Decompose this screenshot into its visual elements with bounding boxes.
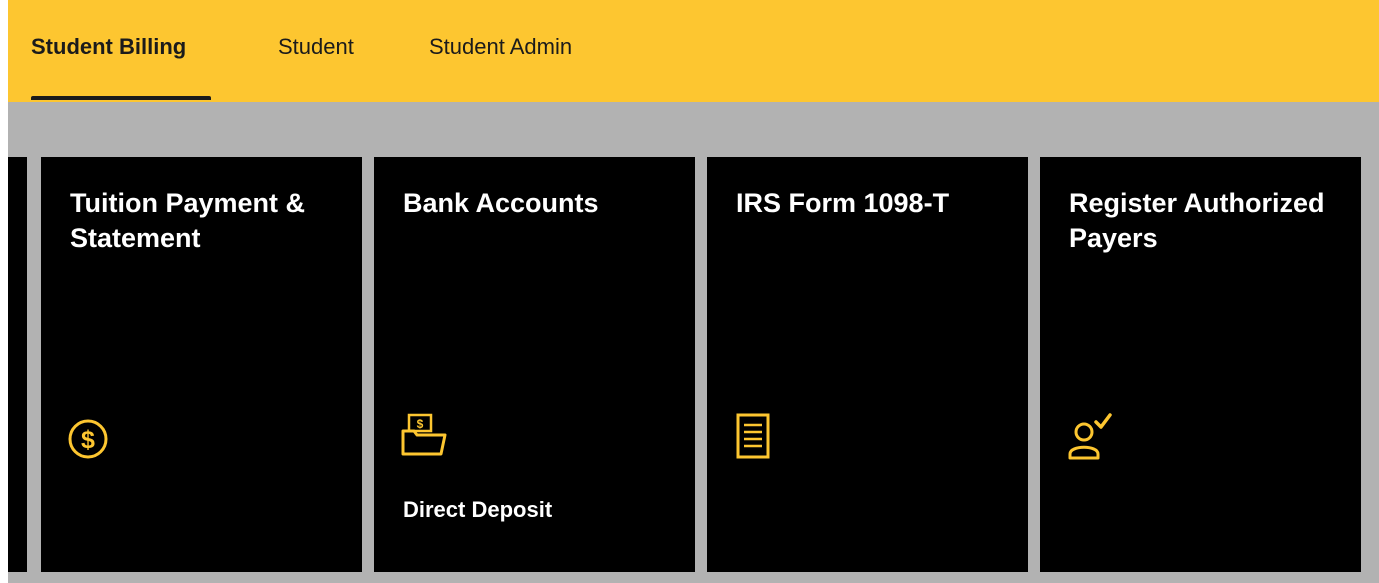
active-tab-indicator <box>31 96 211 100</box>
tile-bank-accounts[interactable]: Bank Accounts $ Direct Deposit <box>374 157 695 572</box>
dollar-circle-icon: $ <box>67 412 119 464</box>
tile-container: Tuition Payment & Statement $ Bank Accou… <box>8 102 1379 583</box>
tile-subtitle: Direct Deposit <box>403 497 553 522</box>
tile-partial-offscreen[interactable] <box>8 157 27 572</box>
tile-title: Tuition Payment & Statement <box>70 188 306 253</box>
tile-title: IRS Form 1098-T <box>736 188 950 218</box>
user-check-icon <box>1066 412 1118 464</box>
svg-text:$: $ <box>81 426 95 454</box>
tile-register-payers[interactable]: Register Authorized Payers <box>1040 157 1361 572</box>
tile-tuition-payment[interactable]: Tuition Payment & Statement $ <box>41 157 362 572</box>
tab-student-billing[interactable]: Student Billing <box>31 34 186 60</box>
svg-text:$: $ <box>417 417 424 431</box>
tab-student-admin[interactable]: Student Admin <box>429 34 572 60</box>
tab-student[interactable]: Student <box>278 34 354 60</box>
tile-title: Register Authorized Payers <box>1069 188 1325 253</box>
money-folder-icon: $ <box>400 412 452 464</box>
tile-irs-form[interactable]: IRS Form 1098-T <box>707 157 1028 572</box>
document-list-icon <box>733 412 785 464</box>
tile-title: Bank Accounts <box>403 188 599 218</box>
top-nav-bar: Student Billing Student Student Admin <box>8 0 1379 102</box>
